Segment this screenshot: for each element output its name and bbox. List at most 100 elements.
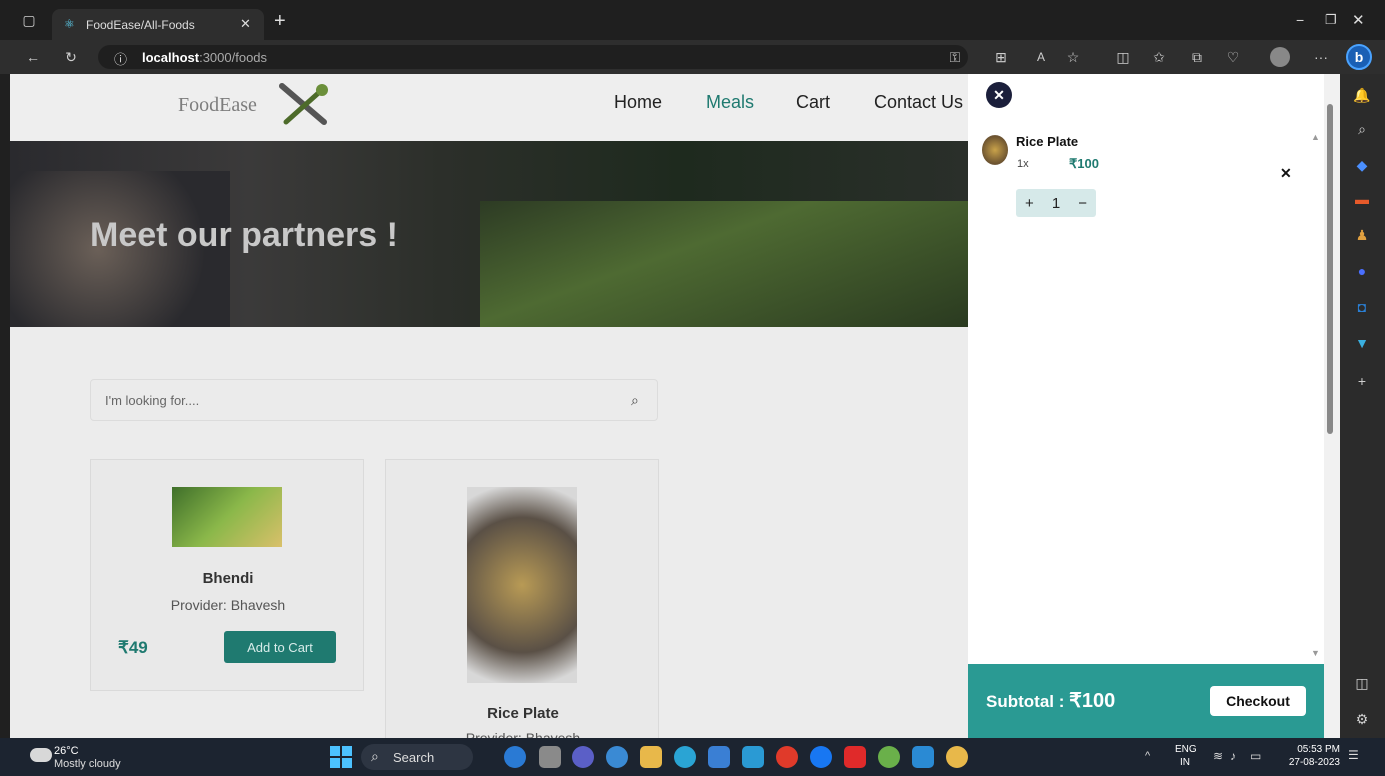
search-icon[interactable]: ⌕	[631, 392, 639, 409]
cart-close-button[interactable]: ✕	[986, 82, 1012, 108]
subtotal-value: ₹100	[1069, 690, 1116, 712]
url-field[interactable]: ⓘ localhost:3000/foods	[98, 45, 968, 69]
opera-icon[interactable]	[776, 746, 798, 768]
react-icon: ⚛	[64, 17, 75, 31]
tools-icon[interactable]: ▬	[1351, 188, 1373, 210]
product-image	[172, 487, 282, 547]
window-menu-icon[interactable]: ▢	[18, 9, 40, 31]
wifi-icon[interactable]: ≋	[1213, 749, 1223, 763]
favorite-star-icon[interactable]: ☆	[1062, 46, 1084, 68]
weather-condition[interactable]: Mostly cloudy	[54, 758, 121, 770]
health-icon[interactable]: ♡	[1222, 46, 1244, 68]
nav-meals[interactable]: Meals	[706, 92, 754, 113]
subtotal: Subtotal : ₹100	[986, 688, 1115, 713]
scrollbar-thumb[interactable]	[1327, 104, 1333, 434]
outlook-icon[interactable]: ◘	[1351, 296, 1373, 318]
cart-panel	[968, 74, 1324, 738]
language-region[interactable]: IN	[1180, 757, 1190, 768]
edge-beta-icon[interactable]	[606, 746, 628, 768]
close-window-button[interactable]: ✕	[1352, 11, 1365, 29]
page-scrollbar[interactable]	[1324, 74, 1340, 738]
back-icon[interactable]: ←	[22, 46, 44, 68]
split-screen-icon[interactable]: ◫	[1112, 46, 1134, 68]
new-tab-button[interactable]: +	[274, 10, 286, 33]
weather-cloud-icon[interactable]	[30, 748, 52, 762]
product-card: Bhendi Provider: Bhavesh ₹49 Add to Cart	[90, 459, 364, 691]
product-image	[467, 487, 577, 683]
youtube-icon[interactable]	[844, 746, 866, 768]
quantity-stepper: + 1 −	[1016, 189, 1096, 217]
product-name: Bhendi	[202, 570, 254, 587]
subtotal-label: Subtotal :	[986, 692, 1070, 711]
checkout-button[interactable]: Checkout	[1210, 686, 1306, 716]
edge-sidebar: 🔔 ⌕ ◆ ▬ ♟ ● ◘ ▼ + ◫ ⚙	[1340, 74, 1385, 738]
key-icon[interactable]: ⚿	[944, 46, 966, 68]
decrement-button[interactable]: −	[1078, 195, 1087, 212]
cart-item-name: Rice Plate	[1016, 134, 1079, 149]
telegram-icon[interactable]: ▼	[1351, 332, 1373, 354]
cart-item-quantity: 1x	[1017, 158, 1029, 170]
search-placeholder: I'm looking for....	[105, 392, 200, 408]
shopping-icon[interactable]: ◆	[1351, 154, 1373, 176]
tab-close-icon[interactable]: ✕	[240, 16, 251, 32]
add-to-cart-button[interactable]: Add to Cart	[224, 631, 336, 663]
profile-avatar[interactable]	[1270, 47, 1290, 67]
battery-icon[interactable]: ▭	[1250, 749, 1261, 763]
bing-app-icon[interactable]	[504, 746, 526, 768]
panel-scroll-down-icon[interactable]: ▼	[1311, 648, 1320, 658]
add-sidebar-app-icon[interactable]: +	[1351, 370, 1373, 392]
hero-beans-image	[480, 201, 968, 327]
more-menu-icon[interactable]: ···	[1310, 46, 1332, 68]
file-explorer-icon[interactable]	[640, 746, 662, 768]
language-code[interactable]: ENG	[1175, 744, 1197, 755]
sidebar-toggle-icon[interactable]: ◫	[1351, 672, 1373, 694]
start-icon[interactable]	[330, 746, 352, 768]
close-icon: ✕	[993, 86, 1005, 103]
weather-temperature[interactable]: 26°C	[54, 745, 79, 757]
clock-time[interactable]: 05:53 PM	[1290, 744, 1340, 755]
info-icon[interactable]: ⓘ	[114, 49, 127, 68]
mysql-icon[interactable]	[742, 746, 764, 768]
mongodb-compass-icon[interactable]	[878, 746, 900, 768]
read-aloud-icon[interactable]: A	[1030, 46, 1052, 68]
games-icon[interactable]: ♟	[1351, 224, 1373, 246]
search-input[interactable]: I'm looking for.... ⌕	[90, 379, 658, 421]
volume-icon[interactable]: ♪	[1230, 749, 1236, 763]
teams-icon[interactable]	[572, 746, 594, 768]
sidebar-search-icon[interactable]: ⌕	[1351, 118, 1373, 140]
apps-icon[interactable]: ⊞	[990, 46, 1012, 68]
task-view-icon[interactable]	[539, 746, 561, 768]
edge-icon[interactable]	[674, 746, 696, 768]
cart-item-image	[982, 135, 1008, 165]
site-logo-text[interactable]: FoodEase	[178, 94, 257, 117]
browser-tab[interactable]: ⚛ FoodEase/All-Foods ✕	[52, 9, 264, 40]
tray-chevron-icon[interactable]: ^	[1145, 750, 1150, 762]
nav-home[interactable]: Home	[614, 92, 662, 113]
quantity-value: 1	[1051, 194, 1061, 212]
taskbar-search[interactable]: ⌕ Search	[361, 744, 473, 770]
remove-item-icon[interactable]: ✕	[1280, 165, 1292, 182]
vscode-icon[interactable]	[912, 746, 934, 768]
nav-cart[interactable]: Cart	[796, 92, 830, 113]
panel-scroll-up-icon[interactable]: ▲	[1311, 132, 1320, 142]
clock-date[interactable]: 27-08-2023	[1286, 757, 1340, 768]
product-provider: Provider: Bhavesh	[465, 730, 581, 738]
nav-contact[interactable]: Contact Us	[874, 92, 963, 113]
copilot-icon[interactable]: ●	[1351, 260, 1373, 282]
increment-button[interactable]: +	[1025, 195, 1034, 212]
facebook-icon[interactable]	[810, 746, 832, 768]
bing-chat-icon[interactable]: b	[1346, 44, 1372, 70]
chrome-icon[interactable]	[946, 746, 968, 768]
favorites-icon[interactable]: ✩	[1148, 46, 1170, 68]
minimize-button[interactable]: −	[1296, 12, 1304, 28]
product-price: ₹49	[118, 638, 148, 657]
product-name: Rice Plate	[487, 705, 559, 722]
url-path: :3000/foods	[199, 49, 268, 65]
notification-icon[interactable]: ☰	[1348, 748, 1359, 762]
refresh-icon[interactable]: ↻	[60, 46, 82, 68]
restore-button[interactable]: ❐	[1325, 12, 1337, 28]
settings-gear-icon[interactable]: ⚙	[1351, 708, 1373, 730]
collections-icon[interactable]: ⧉	[1186, 46, 1208, 68]
notification-bell-icon[interactable]: 🔔	[1351, 84, 1373, 106]
store-icon[interactable]	[708, 746, 730, 768]
